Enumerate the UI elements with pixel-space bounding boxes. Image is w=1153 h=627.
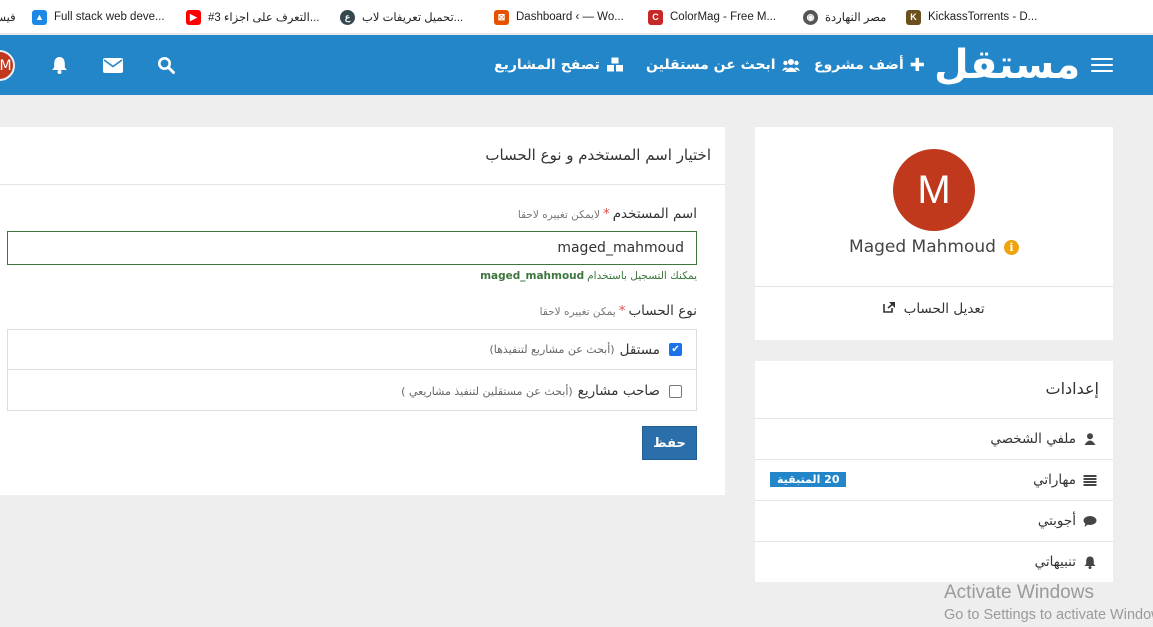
settings-item-label: ملفي الشخصي — [990, 431, 1076, 447]
bookmark-label: ColorMag - Free M... — [670, 11, 777, 23]
top-navbar: مستقل أضف مشروع ✚ ابحث عن مستقلين تصفح ا… — [0, 35, 1153, 95]
info-icon[interactable]: i — [1003, 239, 1019, 255]
required-mark: * — [618, 303, 626, 319]
bookmark-label: KickassTorrents - D... — [928, 11, 1038, 23]
site-icon: ع — [340, 9, 355, 25]
bookmark-facebook[interactable]: فيس — [0, 0, 16, 34]
bookmark-label: فيس — [0, 12, 16, 24]
freelancer-checkbox[interactable]: ✔ — [669, 343, 682, 356]
avatar-letter: M — [917, 167, 951, 212]
bookmark-masr-elnahrda[interactable]: ◉ مصر النهاردة — [803, 0, 886, 34]
user-icon — [1084, 433, 1096, 445]
project-owner-checkbox[interactable] — [669, 384, 682, 398]
username-help-text: يمكنك التسجيل باستخدامmaged_mahmoud — [480, 270, 697, 282]
profile-name: Maged Mahmoud — [849, 237, 996, 257]
bookmark-label: تحميل تعريفات لاب... — [362, 12, 464, 24]
list-icon — [1083, 474, 1097, 486]
browse-projects-link[interactable]: تصفح المشاريع — [494, 35, 624, 95]
settings-title: إعدادات — [1045, 379, 1099, 398]
edit-account-label: تعديل الحساب — [903, 301, 985, 317]
bookmark-drivers[interactable]: ع تحميل تعريفات لاب... — [340, 0, 463, 34]
settings-item-profile[interactable]: ملفي الشخصي — [755, 418, 1113, 459]
notifications-button[interactable] — [51, 35, 68, 95]
bell-icon — [52, 57, 67, 74]
user-avatar-button[interactable]: M — [0, 50, 15, 81]
remaining-skills-badge: 20 المتبقية — [770, 472, 847, 487]
nav-link-label: تصفح المشاريع — [494, 57, 600, 73]
save-button[interactable]: حفظ — [642, 426, 697, 460]
settings-item-notifications[interactable]: تنبيهاتي — [755, 541, 1113, 582]
settings-item-label: أجوبتي — [1037, 513, 1076, 529]
drive-icon: ▲ — [32, 9, 47, 25]
nav-link-label: أضف مشروع — [814, 57, 904, 73]
colormag-icon: C — [648, 9, 663, 25]
card-title: اختيار اسم المستخدم و نوع الحساب — [485, 146, 711, 164]
add-project-link[interactable]: أضف مشروع ✚ — [814, 35, 925, 95]
plus-icon: ✚ — [909, 54, 925, 76]
cubes-icon — [605, 57, 624, 73]
account-type-label: نوع الحساب*يمكن تغييره لاحقا — [540, 303, 697, 319]
account-type-label-text: نوع الحساب — [628, 303, 697, 319]
option-project-owner[interactable]: صاحب مشاريع (أبحث عن مستقلين لتنفيذ مشار… — [8, 371, 696, 411]
dashboard-icon: ⊠ — [494, 9, 509, 25]
bookmark-label: Full stack web deve... — [54, 11, 165, 23]
find-freelancers-link[interactable]: ابحث عن مستقلين — [646, 35, 800, 95]
option-description: (أبحث عن مشاريع لتنفيذها) — [489, 343, 615, 356]
settings-item-skills[interactable]: مهاراتي 20 المتبقية — [755, 459, 1113, 500]
card-header: اختيار اسم المستخدم و نوع الحساب — [0, 127, 725, 185]
profile-name-row: Maged Mahmoud i — [755, 237, 1113, 257]
username-help-value: maged_mahmoud — [480, 270, 585, 282]
bell-icon — [1084, 556, 1096, 569]
profile-card: M Maged Mahmoud i تعديل الحساب — [755, 127, 1113, 340]
youtube-icon: ▶ — [186, 9, 201, 25]
globe-icon: ◉ — [803, 9, 818, 25]
avatar-letter: M — [0, 57, 12, 74]
settings-item-label: مهاراتي — [1033, 472, 1076, 488]
username-label-text: اسم المستخدم — [612, 206, 697, 222]
username-hint: لايمكن تغييره لاحقا — [517, 209, 600, 221]
bookmark-fullstack[interactable]: ▲ Full stack web deve... — [32, 0, 165, 34]
edit-account-link[interactable]: تعديل الحساب — [755, 301, 1113, 317]
external-link-icon — [883, 302, 896, 313]
option-freelancer[interactable]: ✔ مستقل (أبحث عن مشاريع لتنفيذها) — [8, 330, 696, 370]
search-button[interactable] — [157, 35, 175, 95]
settings-item-answers[interactable]: أجوبتي — [755, 500, 1113, 541]
username-help-prefix: يمكنك التسجيل باستخدام — [587, 270, 697, 282]
profile-avatar[interactable]: M — [893, 149, 975, 231]
username-label: اسم المستخدم*لايمكن تغييره لاحقا — [518, 206, 697, 222]
comment-icon — [1083, 515, 1097, 527]
kickass-icon: K — [906, 9, 921, 25]
username-input[interactable] — [7, 231, 697, 265]
bookmarks-bar: K KickassTorrents - D... ◉ مصر النهاردة … — [0, 0, 1153, 34]
required-mark: * — [602, 206, 610, 222]
site-logo[interactable]: مستقل — [934, 35, 1081, 95]
account-type-hint: يمكن تغييره لاحقا — [539, 306, 616, 318]
activate-windows-title: Activate Windows — [944, 582, 1094, 603]
bookmark-kickass[interactable]: K KickassTorrents - D... — [906, 0, 1037, 34]
bookmark-dashboard[interactable]: ⊠ Dashboard ‹ — Wo... — [494, 0, 624, 34]
users-icon — [781, 59, 800, 72]
envelope-icon — [103, 57, 123, 73]
bookmark-label: مصر النهاردة — [825, 12, 887, 24]
search-icon — [158, 57, 175, 74]
bookmark-label: #3 التعرف على اجزاء... — [208, 12, 320, 24]
option-label: صاحب مشاريع — [577, 383, 660, 399]
option-description: (أبحث عن مستقلين لتنفيذ مشاريعي ) — [401, 384, 573, 398]
nav-link-label: ابحث عن مستقلين — [646, 57, 776, 73]
bookmark-label: Dashboard ‹ — Wo... — [516, 11, 624, 23]
settings-card: إعدادات ملفي الشخصي مهاراتي 20 المتبقية … — [755, 361, 1113, 582]
hamburger-menu-icon[interactable] — [1090, 35, 1114, 95]
account-type-options: ✔ مستقل (أبحث عن مشاريع لتنفيذها) صاحب م… — [7, 329, 697, 411]
divider — [755, 286, 1113, 287]
bookmark-colormag[interactable]: C ColorMag - Free M... — [648, 0, 776, 34]
messages-button[interactable] — [103, 35, 123, 95]
activate-windows-subtitle: Go to Settings to activate Windows. — [944, 607, 1153, 623]
username-account-type-card: اختيار اسم المستخدم و نوع الحساب اسم الم… — [0, 127, 725, 495]
bookmark-youtube[interactable]: ▶ #3 التعرف على اجزاء... — [186, 0, 319, 34]
option-label: مستقل — [619, 341, 660, 358]
settings-item-label: تنبيهاتي — [1034, 554, 1076, 570]
